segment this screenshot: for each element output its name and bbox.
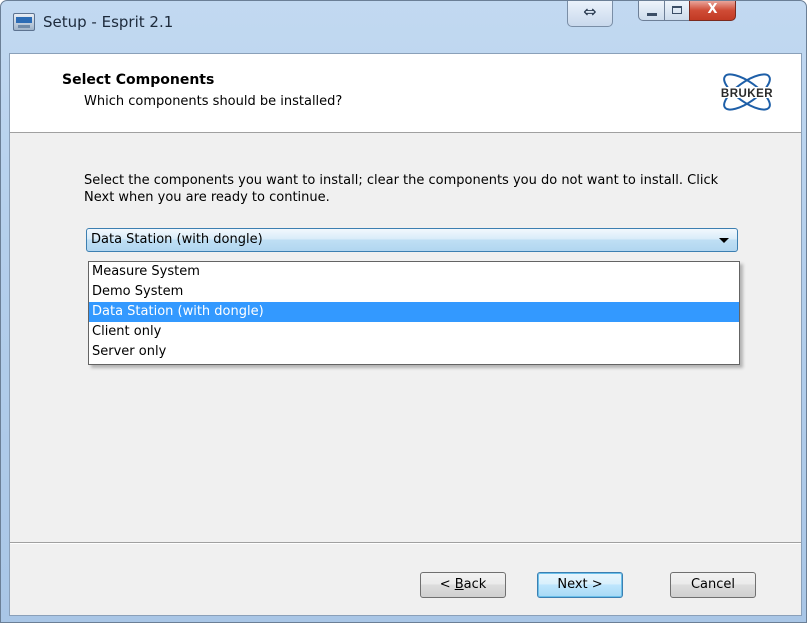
cancel-button[interactable]: Cancel [670,572,756,598]
back-button[interactable]: < Back [420,572,506,598]
setup-app-icon[interactable] [13,13,35,31]
resize-arrows-icon: ⇔ [583,2,597,21]
dropdown-selected-value: Data Station (with dongle) [91,232,263,247]
next-button[interactable]: Next > [537,572,623,598]
components-dropdown-list: Measure System Demo System Data Station … [88,261,740,365]
dropdown-option-measure-system[interactable]: Measure System [89,262,739,282]
dropdown-option-server-only[interactable]: Server only [89,342,739,362]
maximize-icon [672,6,682,14]
dropdown-option-demo-system[interactable]: Demo System [89,282,739,302]
wizard-client-area: Select Components Which components shoul… [9,53,802,616]
minimize-button[interactable] [638,1,665,21]
page-subtitle: Which components should be installed? [84,94,343,109]
wizard-header: Select Components Which components shoul… [10,54,801,133]
instructions-text: Select the components you want to instal… [84,173,719,205]
maximize-button[interactable] [664,1,690,21]
minimize-icon [647,13,657,16]
caption-buttons: X [638,1,797,27]
back-label-accelerator: B [454,577,464,592]
close-button[interactable]: X [689,1,736,21]
title-bar[interactable]: Setup - Esprit 2.1 ⇔ X [1,1,806,43]
back-label-prefix: < [439,577,455,592]
close-icon: X [707,2,718,17]
setup-window: Setup - Esprit 2.1 ⇔ X Select Components… [0,0,807,623]
resize-button[interactable]: ⇔ [567,1,613,27]
footer-separator [10,542,801,544]
bruker-logo: BRUKER [707,73,787,111]
dropdown-option-client-only[interactable]: Client only [89,322,739,342]
window-title: Setup - Esprit 2.1 [43,13,174,31]
dropdown-arrow-icon[interactable] [719,238,729,243]
page-title: Select Components [62,72,215,88]
components-dropdown[interactable]: Data Station (with dongle) [86,228,738,252]
logo-text: BRUKER [721,88,773,100]
back-label-rest: ack [463,577,487,592]
dropdown-option-data-station[interactable]: Data Station (with dongle) [89,302,739,322]
